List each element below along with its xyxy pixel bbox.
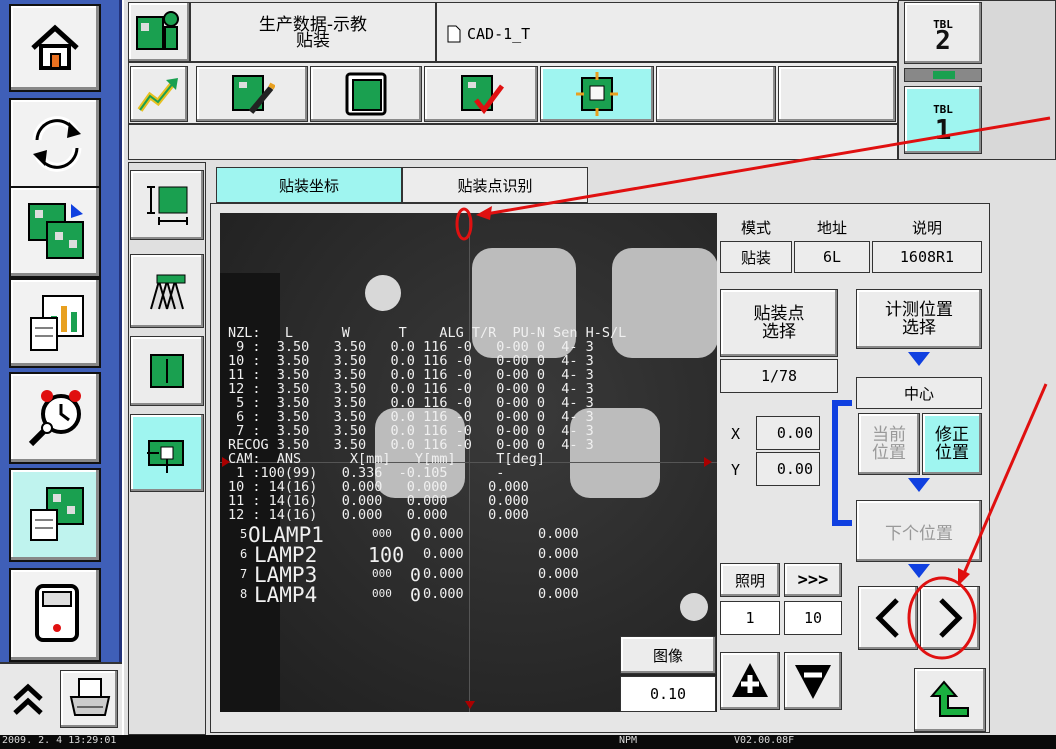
screen: 生产数据-示教 贴装 CAD-1_T TBL 2 TBL 1 贴装坐标 贴装点识… [0, 0, 1056, 749]
status-mode: NPM [619, 735, 638, 746]
status-bar: 2009. 2. 4 13:29:01 NPM V02.00.08F [0, 735, 1056, 749]
red-annotations [455, 116, 1051, 660]
status-datetime: 2009. 2. 4 13:29:01 [2, 735, 117, 746]
status-version: V02.00.08F [734, 735, 795, 746]
